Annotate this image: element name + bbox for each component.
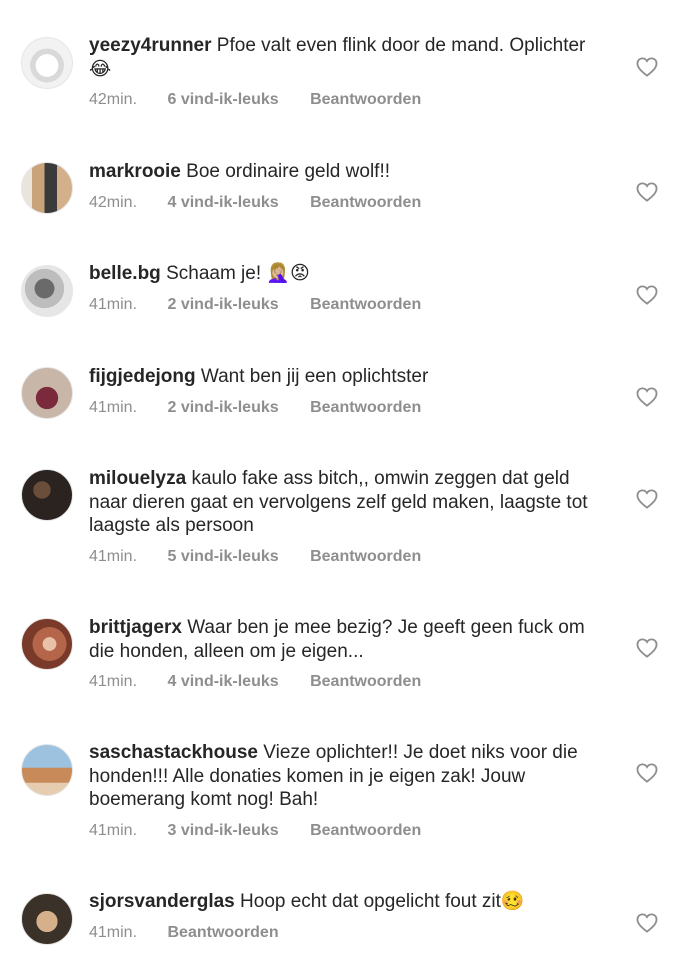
reply-button[interactable]: Beantwoorden — [310, 822, 421, 840]
comment-username[interactable]: fijgjedejong — [89, 366, 196, 387]
comment-username[interactable]: milouelyza — [89, 468, 186, 489]
heart-outline-icon[interactable] — [636, 489, 658, 509]
avatar[interactable] — [21, 469, 73, 521]
comment-time: 42min. — [89, 193, 138, 211]
avatar[interactable] — [21, 744, 73, 796]
heart-outline-icon[interactable] — [636, 763, 658, 783]
heart-outline-icon[interactable] — [636, 57, 658, 77]
reply-button[interactable]: Beantwoorden — [310, 91, 421, 109]
comment-likes[interactable]: 6 vind-ik-leuks — [167, 91, 278, 109]
comment-time: 41min. — [89, 673, 138, 690]
comment-time: 41min. — [89, 547, 138, 565]
comment-likes[interactable]: 2 vind-ik-leuks — [167, 296, 278, 314]
reply-button[interactable]: Beantwoorden — [310, 548, 421, 566]
avatar[interactable] — [21, 162, 73, 214]
reply-button[interactable]: Beantwoorden — [310, 399, 421, 417]
comment-username[interactable]: belle.bg — [89, 263, 161, 284]
comment-time: 41min. — [89, 295, 138, 313]
reply-button[interactable]: Beantwoorden — [310, 296, 421, 314]
avatar[interactable] — [21, 265, 73, 317]
avatar[interactable] — [21, 367, 73, 419]
heart-outline-icon[interactable] — [636, 638, 658, 658]
comment-likes[interactable]: 3 vind-ik-leuks — [167, 822, 278, 840]
comment-username[interactable]: markrooie — [89, 161, 181, 182]
comment-likes[interactable]: 4 vind-ik-leuks — [167, 673, 278, 691]
avatar[interactable] — [21, 893, 73, 945]
heart-outline-icon[interactable] — [636, 285, 658, 305]
comment-time: 42min. — [89, 91, 138, 108]
heart-outline-icon[interactable] — [636, 387, 658, 407]
reply-button[interactable]: Beantwoorden — [167, 924, 278, 942]
heart-outline-icon[interactable] — [636, 182, 658, 202]
comment-text: Schaam je! 🤦🏼‍♀️😡 — [166, 263, 310, 284]
comment-likes[interactable]: 5 vind-ik-leuks — [167, 548, 278, 566]
comment-username[interactable]: yeezy4runner — [89, 35, 212, 56]
comment-likes[interactable]: 2 vind-ik-leuks — [167, 399, 278, 417]
comment-username[interactable]: saschastackhouse — [89, 742, 258, 763]
comment-username[interactable]: brittjagerx — [89, 617, 182, 638]
reply-button[interactable]: Beantwoorden — [310, 194, 421, 212]
avatar[interactable] — [21, 618, 73, 670]
comment-text: Want ben jij een oplichtster — [200, 366, 429, 387]
comment-likes[interactable]: 4 vind-ik-leuks — [167, 194, 278, 212]
comment-time: 41min. — [89, 821, 138, 839]
comment-time: 41min. — [89, 923, 138, 941]
comment-text: Boe ordinaire geld wolf!! — [186, 161, 390, 182]
comment-username[interactable]: sjorsvanderglas — [89, 891, 235, 912]
comment-time: 41min. — [89, 398, 138, 416]
heart-outline-icon[interactable] — [636, 913, 658, 933]
comment-text: Hoop echt dat opgelicht fout zit🥴 — [240, 891, 525, 912]
avatar[interactable] — [21, 37, 73, 89]
reply-button[interactable]: Beantwoorden — [310, 673, 421, 691]
